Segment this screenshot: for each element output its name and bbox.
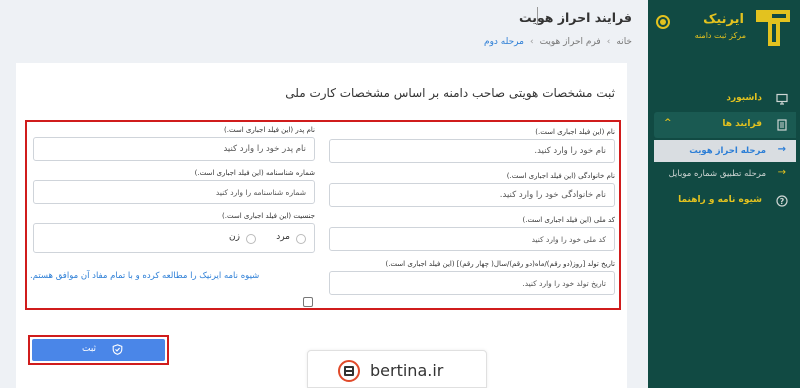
sidebar-item-label: فرایند ها [722,119,762,129]
sidebar: ایرنیک مرکز ثبت دامنه داشبورد فرایند ها … [648,0,800,388]
last-name-field: نام خانوادگی (این فیلد اجباری است.) نام … [329,172,615,210]
father-name-field: نام پدر (این فیلد اجباری است.) نام پدر خ… [33,126,315,164]
id-number-field: شماره شناسنامه (این فیلد اجباری است.) شم… [33,169,315,207]
sidebar-item-guide[interactable]: شیوه نامه و راهنما ? [648,190,800,212]
national-code-placeholder: کد ملی خود را وارد کنید [531,235,606,244]
sidebar-subitem-label: مرحله تطبیق شماره موبایل [668,169,766,179]
last-name-placeholder: نام خانوادگی خود را وارد کنید. [499,190,606,200]
sidebar-subitem-identity-step[interactable]: مرحله احراز هویت → [654,140,796,162]
document-icon [777,119,787,131]
father-name-label: نام پدر (این فیلد اجباری است.) [224,126,315,134]
sidebar-item-label: داشبورد [726,93,762,103]
sidebar-item-label: شیوه نامه و راهنما [678,195,762,205]
birth-date-placeholder: تاریخ تولد خود را وارد کنید. [522,279,606,288]
watermark-text: bertina.ir [370,361,444,380]
last-name-label: نام خانوادگی (این فیلد اجباری است.) [506,172,615,180]
submit-button[interactable]: ثبت [32,339,165,361]
arrow-right-icon: → [777,167,786,178]
agreement-checkbox[interactable] [303,297,313,307]
first-name-field: نام (این فیلد اجباری است.) نام خود را وا… [329,128,615,166]
sidebar-subitem-label: مرحله احراز هویت [689,146,766,156]
national-code-field: کد ملی (این فیلد اجباری است.) کد ملی خود… [329,216,615,254]
help-icon: ? [776,195,788,207]
sidebar-header: ایرنیک مرکز ثبت دامنه [648,0,800,62]
brand-subtitle: مرکز ثبت دامنه [694,31,746,40]
monitor-icon [776,93,788,105]
submit-label: ثبت [82,344,97,354]
breadcrumb-form[interactable]: فرم احراز هویت [540,37,601,47]
form-heading: ثبت مشخصات هویتی صاحب دامنه بر اساس مشخص… [285,86,615,100]
gender-male-radio[interactable] [296,234,306,244]
irnic-logo-icon [756,10,790,46]
breadcrumb-home[interactable]: خانه [616,37,632,47]
sidebar-item-dashboard[interactable]: داشبورد [648,88,800,110]
gender-female-label: زن [229,232,240,242]
gender-radio-group: مرد زن [33,223,315,253]
breadcrumb-separator: › [529,37,534,47]
svg-text:?: ? [780,197,785,206]
national-code-label: کد ملی (این فیلد اجباری است.) [522,216,615,224]
top-header: فرایند احراز هویت خانه › فرم احراز هویت › مر… [0,0,648,62]
chevron-up-icon: ^ [664,118,672,128]
breadcrumb: خانه › فرم احراز هویت › مرحله دوم [484,37,632,47]
arrow-right-icon: → [777,144,786,155]
sidebar-item-processes[interactable]: فرایند ها ^ [654,112,796,138]
first-name-input[interactable]: نام خود را وارد کنید. [329,139,615,163]
birth-date-input[interactable]: تاریخ تولد خود را وارد کنید. [329,271,615,295]
breadcrumb-current: مرحله دوم [484,37,524,47]
id-number-placeholder: شماره شناسنامه را وارد کنید [215,188,306,197]
first-name-placeholder: نام خود را وارد کنید. [534,146,606,156]
father-name-input[interactable]: نام پدر خود را وارد کنید [33,137,315,161]
last-name-input[interactable]: نام خانوادگی خود را وارد کنید. [329,183,615,207]
agreement-text[interactable]: شیوه نامه ایرنیک را مطالعه کرده و با تما… [30,271,259,281]
page-title: فرایند احراز هویت [519,10,632,25]
birth-date-field: تاریخ تولد [روز(دو رقم)/ماه(دو رقم)/سال(… [329,260,615,298]
gender-male-label: مرد [276,232,290,242]
title-divider [537,7,538,25]
national-code-input[interactable]: کد ملی خود را وارد کنید [329,227,615,251]
gender-field: جنسیت (این فیلد اجباری است.) مرد زن [33,212,315,256]
brand-name: ایرنیک [703,12,744,27]
submit-highlight: ثبت [28,335,169,365]
form-fields-highlight: نام (این فیلد اجباری است.) نام خود را وا… [25,120,621,310]
id-number-input[interactable]: شماره شناسنامه را وارد کنید [33,180,315,204]
breadcrumb-separator: › [606,37,611,47]
birth-date-label: تاریخ تولد [روز(دو رقم)/ماه(دو رقم)/سال(… [385,260,615,268]
first-name-label: نام (این فیلد اجباری است.) [535,128,615,136]
gender-female-radio[interactable] [246,234,256,244]
gender-label: جنسیت (این فیلد اجباری است.) [222,212,315,220]
watermark-bar: bertina.ir [307,350,487,388]
father-name-placeholder: نام پدر خود را وارد کنید [223,144,306,154]
watermark-logo-icon [338,360,360,382]
id-number-label: شماره شناسنامه (این فیلد اجباری است.) [194,169,315,177]
shield-check-icon [112,344,123,355]
sidebar-subitem-mobile-step[interactable]: مرحله تطبیق شماره موبایل → [654,163,796,185]
target-icon[interactable] [656,15,670,29]
